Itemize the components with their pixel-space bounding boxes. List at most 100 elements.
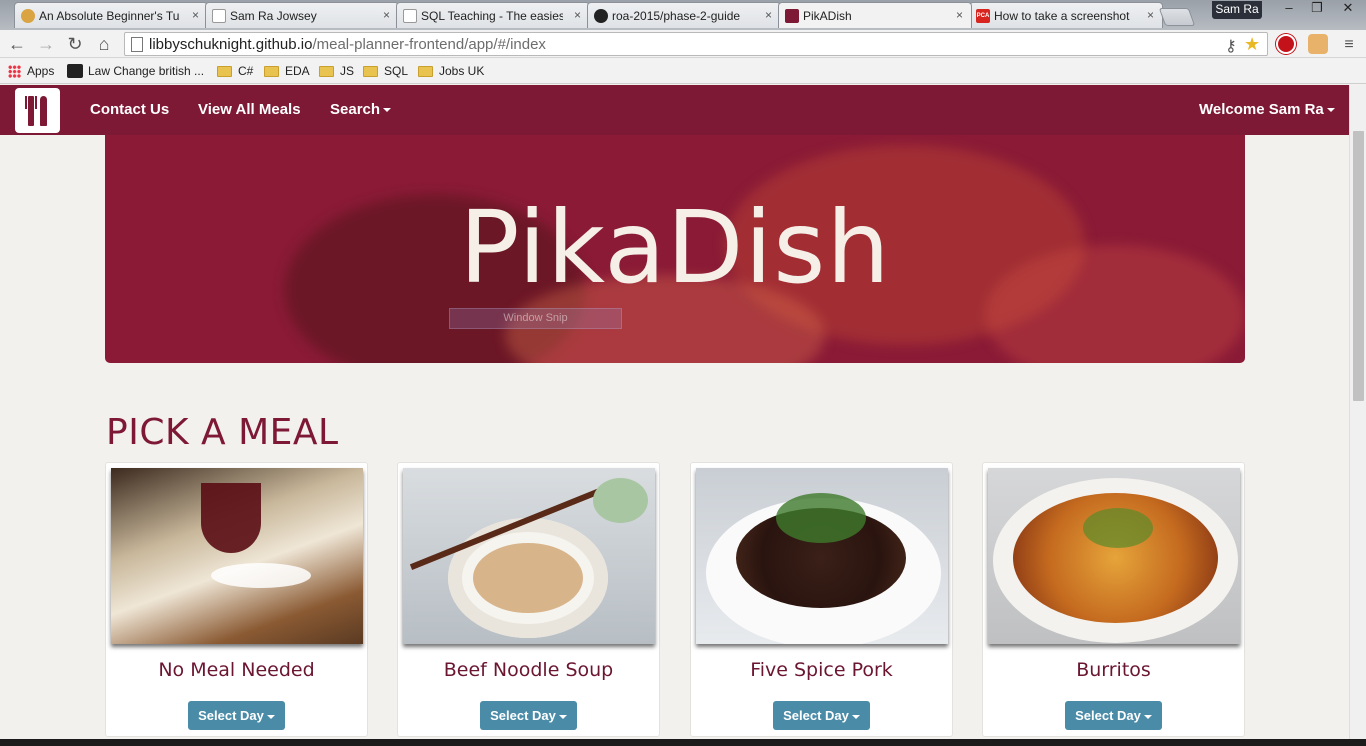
reload-icon[interactable]: ↻ [64,33,86,55]
url-text[interactable]: libbyschuknight.github.io/meal-planner-f… [149,36,546,53]
profile-badge[interactable]: Sam Ra [1212,1,1262,19]
bookmarks-bar: Apps Law Change british ... C# EDA JS SQ… [0,58,1366,84]
caret-down-icon [383,108,392,113]
scrollbar-thumb[interactable] [1353,131,1364,401]
select-day-button[interactable]: Select Day [480,701,577,730]
wine-glass-shape [201,483,261,553]
browser-toolbar: ← → ↻ ⌂ libbyschuknight.github.io/meal-p… [0,30,1366,58]
address-bar[interactable]: libbyschuknight.github.io/meal-planner-f… [124,32,1268,56]
scallion-shape [776,493,866,543]
nav-search-label: Search [330,101,381,118]
tab-title: SQL Teaching - The easies [421,8,563,23]
tab-beginners-tutorial[interactable]: An Absolute Beginner's Tu × [14,2,208,28]
tab-sam-ra-jowsey[interactable]: Sam Ra Jowsey × [205,2,399,28]
caret-down-icon [558,714,567,719]
restore-icon[interactable]: ❐ [1303,0,1331,18]
select-day-button[interactable]: Select Day [188,701,285,730]
select-day-label: Select Day [1075,708,1141,723]
window-snip-overlay: Window Snip [449,308,622,329]
meal-image[interactable] [696,468,948,644]
tab-sql-teaching[interactable]: SQL Teaching - The easies × [396,2,590,28]
url-path: /meal-planner-frontend/app/#/index [312,36,546,53]
folder-icon [319,65,334,77]
nav-view-all-meals[interactable]: View All Meals [198,101,301,118]
crown-icon [67,64,83,78]
folder-icon [217,65,232,77]
meal-name: Burritos [1076,659,1151,681]
close-tab-icon[interactable]: × [765,8,772,22]
select-day-label: Select Day [490,708,556,723]
pikadish-logo[interactable] [15,88,60,133]
tab-favicon [21,9,35,23]
meal-image[interactable] [988,468,1240,644]
select-day-label: Select Day [783,708,849,723]
knife-icon [40,96,47,126]
apps-icon [8,64,21,78]
meal-name: Beef Noodle Soup [443,659,614,681]
close-tab-icon[interactable]: × [192,8,199,22]
back-icon[interactable]: ← [6,33,28,55]
bookmark-folder-js[interactable]: JS [319,62,354,80]
tab-pikadish[interactable]: PikADish × [778,2,972,28]
chili-dish-shape [593,478,648,523]
meal-card: No Meal Needed Select Day [105,462,368,737]
close-tab-icon[interactable]: × [383,8,390,22]
site-navbar: Contact Us View All Meals Search Welcome… [0,85,1349,135]
page-viewport: Contact Us View All Meals Search Welcome… [0,85,1349,746]
forward-icon[interactable]: → [35,33,57,55]
bookmark-label: Law Change british ... [88,64,205,78]
minimize-icon[interactable]: – [1275,0,1303,18]
github-icon [594,9,608,23]
nav-search-dropdown[interactable]: Search [330,101,392,118]
home-icon[interactable]: ⌂ [93,33,115,55]
bookmark-law-change[interactable]: Law Change british ... [67,62,204,80]
meal-name: No Meal Needed [158,659,315,681]
meal-name: Five Spice Pork [750,659,893,681]
bookmark-folder-eda[interactable]: EDA [264,62,310,80]
nav-welcome-label: Welcome Sam Ra [1199,101,1324,118]
select-day-button[interactable]: Select Day [1065,701,1162,730]
bookmark-apps[interactable]: Apps [8,62,54,80]
close-tab-icon[interactable]: × [956,8,963,22]
bookmark-star-icon[interactable]: ★ [1244,34,1260,55]
bookmark-folder-csharp[interactable]: C# [217,62,253,80]
tab-phase-2-guide[interactable]: roa-2015/phase-2-guide × [587,2,781,28]
hero-banner: PikaDish Window Snip [105,135,1245,363]
tab-title: Sam Ra Jowsey [230,8,317,23]
tab-title: An Absolute Beginner's Tu [39,8,180,23]
key-icon[interactable]: ⚷ [1225,36,1237,56]
meal-card: Beef Noodle Soup Select Day [397,462,660,737]
tab-screenshot-howto[interactable]: PCA How to take a screenshot × [969,2,1163,28]
page-scrollbar[interactable] [1349,85,1366,746]
caret-down-icon [1326,108,1335,113]
face-extension-icon[interactable] [1308,34,1328,54]
meal-card: Five Spice Pork Select Day [690,462,953,737]
folder-icon [418,65,433,77]
url-host: libbyschuknight.github.io [149,36,313,53]
nav-contact-us[interactable]: Contact Us [90,101,169,118]
menu-icon[interactable]: ≡ [1338,34,1360,56]
folder-icon [264,65,279,77]
close-window-icon[interactable]: ✕ [1330,0,1366,18]
tab-title: roa-2015/phase-2-guide [612,8,741,23]
meal-image[interactable] [111,468,363,644]
new-tab-button[interactable] [1158,8,1196,26]
noodle-shape [473,543,583,613]
garnish-shape [1083,508,1153,548]
meal-image[interactable] [403,468,655,644]
caret-down-icon [266,714,275,719]
bookmark-label: EDA [285,64,310,78]
bookmark-folder-sql[interactable]: SQL [363,62,408,80]
bookmark-label: Apps [27,64,55,78]
select-day-label: Select Day [198,708,264,723]
pca-favicon-icon: PCA [976,9,990,23]
document-icon [212,9,226,23]
close-tab-icon[interactable]: × [1147,8,1154,22]
bookmark-folder-jobs-uk[interactable]: Jobs UK [418,62,484,80]
close-tab-icon[interactable]: × [574,8,581,22]
pikadish-favicon-icon [785,9,799,23]
power-extension-icon[interactable] [1276,34,1296,54]
select-day-button[interactable]: Select Day [773,701,870,730]
nav-user-dropdown[interactable]: Welcome Sam Ra [1199,101,1335,118]
caret-down-icon [1143,714,1152,719]
